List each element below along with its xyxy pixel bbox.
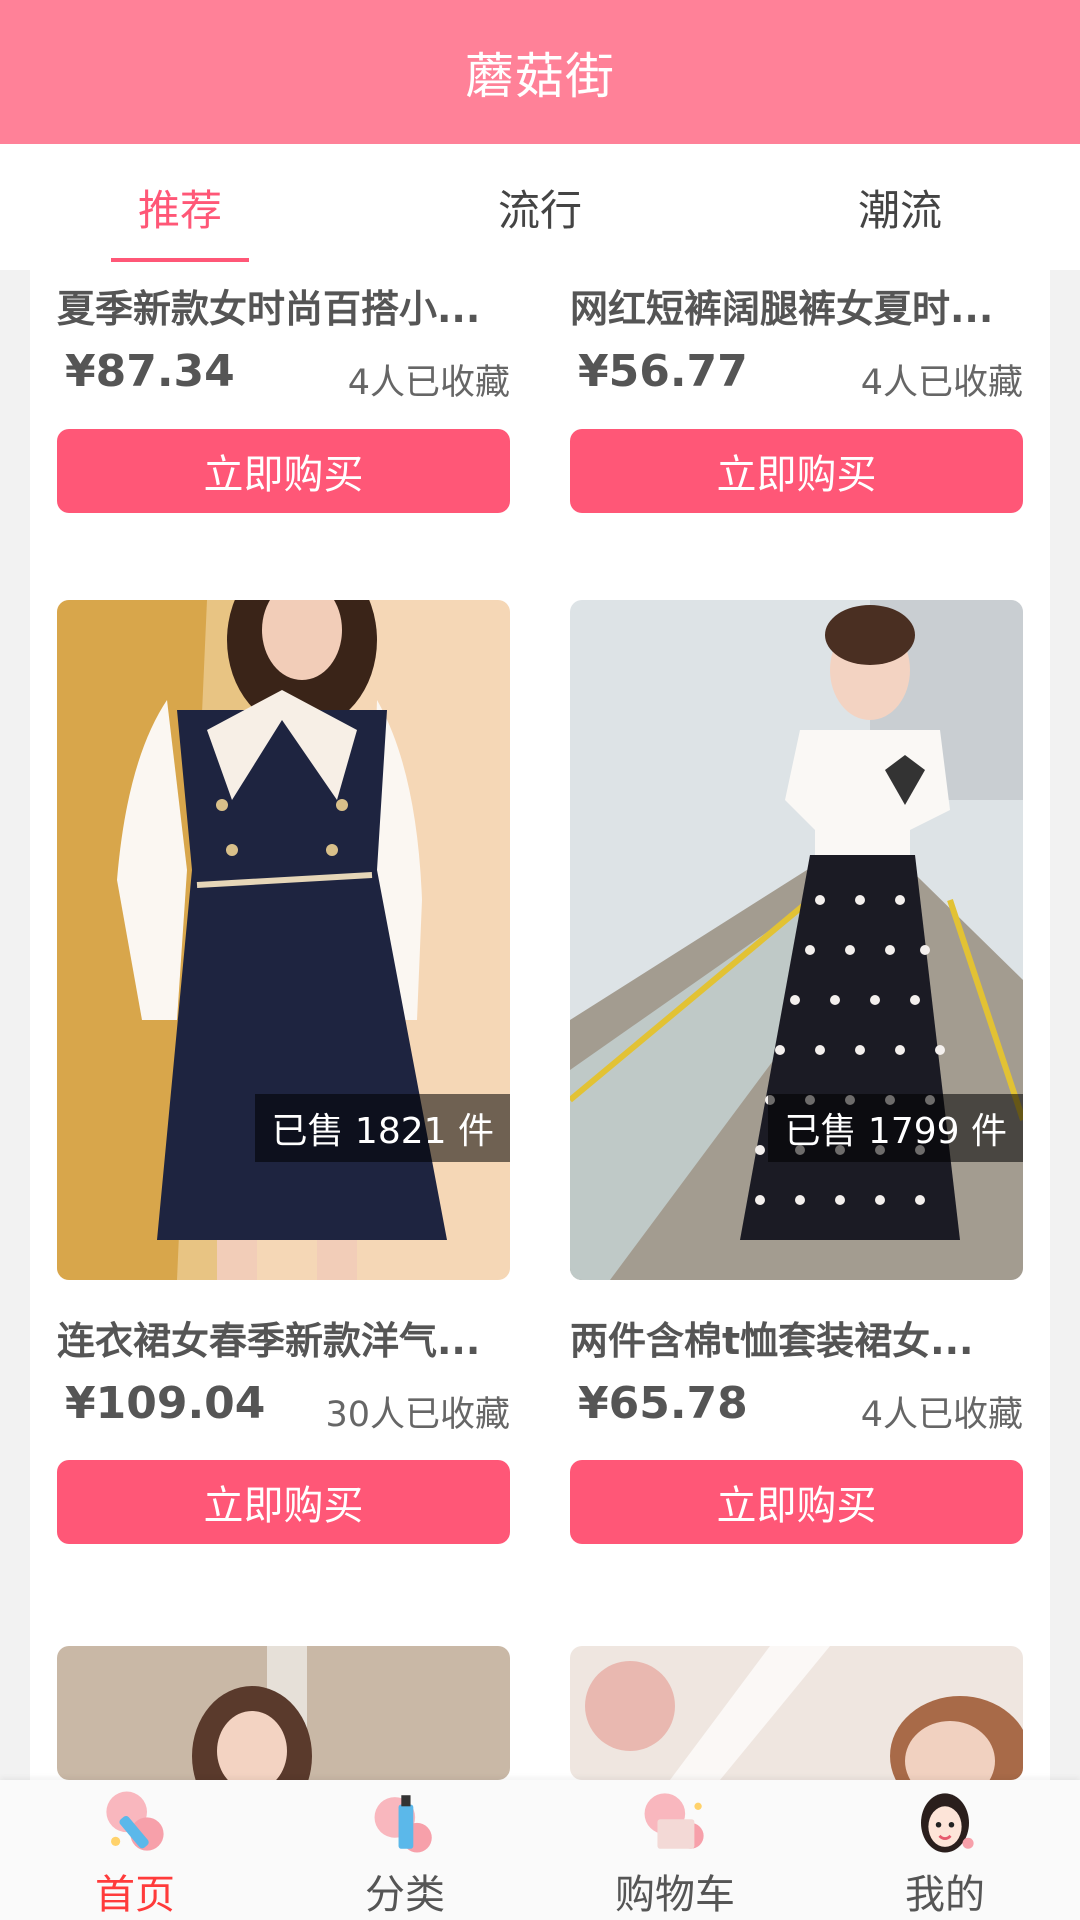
product-price: ¥56.77 [578, 346, 748, 397]
product-title: 网红短裤阔腿裤女夏时... [570, 287, 994, 331]
favorite-count: 30人已收藏 [325, 1395, 510, 1435]
favorite-count: 4人已收藏 [860, 1395, 1023, 1435]
nav-cart[interactable]: 购物车 [540, 1780, 810, 1920]
cart-icon [644, 1793, 704, 1849]
bottom-nav: 首页 分类 购物车 我的 [0, 1780, 1080, 1920]
tab-recommend[interactable]: 推荐 [0, 144, 360, 270]
product-photo [57, 1646, 510, 1780]
skirt-photo [570, 600, 1023, 1280]
product-title: 连衣裙女春季新款洋气... [57, 1319, 481, 1363]
favorite-count: 4人已收藏 [860, 363, 1023, 403]
product-grid[interactable]: 夏季新款女时尚百搭小... ¥87.34 4人已收藏 立即购买 网红短裤阔腿裤女… [30, 270, 1050, 1780]
product-image[interactable] [57, 1646, 510, 1780]
sold-count-badge: 已售 1821 件 [255, 1094, 510, 1162]
profile-icon [921, 1793, 974, 1853]
nav-label: 分类 [365, 1872, 445, 1918]
buy-now-button[interactable]: 立即购买 [570, 1460, 1023, 1544]
tab-popular[interactable]: 流行 [360, 144, 720, 270]
product-photo [570, 1646, 1023, 1780]
app-header: 蘑菇街 [0, 0, 1080, 144]
product-image[interactable]: 已售 1799 件 [570, 600, 1023, 1280]
product-image[interactable]: 已售 1821 件 [57, 600, 510, 1280]
product-image[interactable] [570, 1646, 1023, 1780]
buy-now-button[interactable]: 立即购买 [57, 429, 510, 513]
nav-home[interactable]: 首页 [0, 1780, 270, 1920]
nav-label: 我的 [905, 1872, 985, 1918]
nav-profile[interactable]: 我的 [810, 1780, 1080, 1920]
tab-bar: 推荐 流行 潮流 [0, 144, 1080, 270]
favorite-count: 4人已收藏 [347, 363, 510, 403]
product-price: ¥87.34 [65, 346, 235, 397]
product-title: 夏季新款女时尚百搭小... [57, 287, 481, 331]
nav-label: 购物车 [615, 1872, 735, 1918]
home-icon [106, 1791, 164, 1851]
product-price: ¥109.04 [65, 1378, 266, 1429]
buy-now-button[interactable]: 立即购买 [570, 429, 1023, 513]
dress-photo [57, 600, 510, 1280]
buy-now-button[interactable]: 立即购买 [57, 1460, 510, 1544]
category-icon [374, 1795, 432, 1853]
product-price: ¥65.78 [578, 1378, 748, 1429]
nav-label: 首页 [95, 1872, 175, 1918]
product-title: 两件含棉t恤套装裙女... [570, 1319, 974, 1363]
nav-category[interactable]: 分类 [270, 1780, 540, 1920]
page-title: 蘑菇街 [464, 47, 615, 105]
tab-trend[interactable]: 潮流 [720, 144, 1080, 270]
sold-count-badge: 已售 1799 件 [768, 1094, 1023, 1162]
